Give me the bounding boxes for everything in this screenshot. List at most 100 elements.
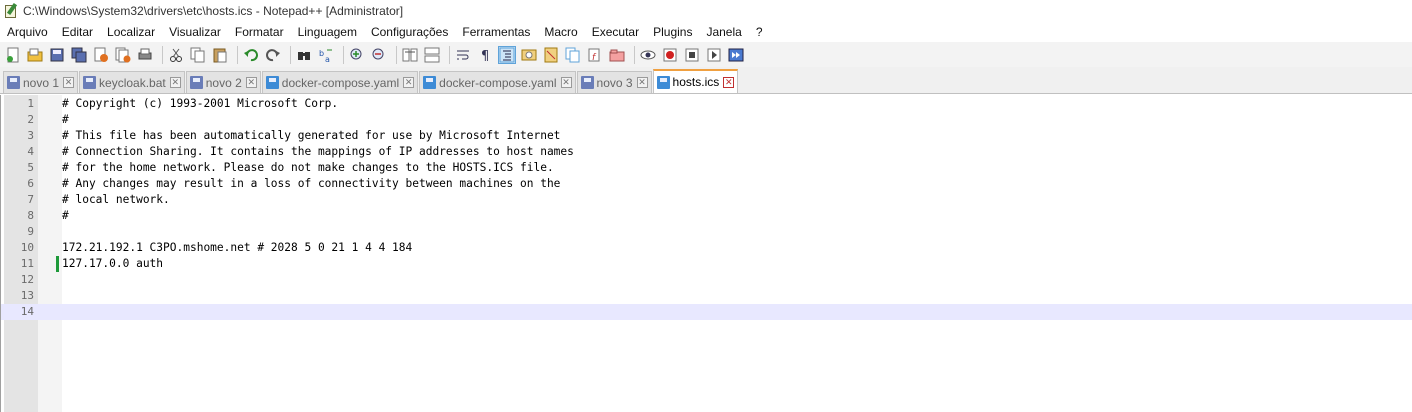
editor-line[interactable]: 3 # This file has been automatically gene… [1, 128, 1412, 144]
editor-line[interactable]: 9 [1, 224, 1412, 240]
menu-item-configura-es[interactable]: Configurações [364, 22, 455, 42]
tab-docker-compose-yaml[interactable]: docker-compose.yaml ✕ [419, 71, 576, 93]
tab-keycloak-bat[interactable]: keycloak.bat ✕ [79, 71, 185, 93]
line-text[interactable]: 127.17.0.0 auth [62, 256, 163, 272]
editor-line[interactable]: 2 # [1, 112, 1412, 128]
line-text[interactable]: # Connection Sharing. It contains the ma… [62, 144, 574, 160]
indent-guide-icon[interactable] [498, 45, 516, 64]
notepadpp-logo-icon [3, 2, 19, 19]
tab-close-icon[interactable]: ✕ [169, 77, 181, 88]
tab-novo-3[interactable]: novo 3 ✕ [576, 71, 652, 93]
menu-item-editar[interactable]: Editar [55, 22, 100, 42]
editor-line[interactable]: 5 # for the home network. Please do not m… [1, 160, 1412, 176]
find-icon[interactable] [295, 46, 313, 64]
open-file-icon[interactable] [26, 46, 44, 64]
editor-line[interactable]: 6 # Any changes may result in a loss of c… [1, 176, 1412, 192]
line-number: 14 [20, 305, 34, 318]
line-text[interactable]: # Copyright (c) 1993-2001 Microsoft Corp… [62, 96, 338, 112]
sync-horizontal-icon[interactable] [423, 46, 441, 64]
toolbar-separator [634, 45, 635, 64]
menu-item-linguagem[interactable]: Linguagem [291, 22, 364, 42]
user-lang-icon[interactable] [520, 46, 538, 64]
save-state-disk-icon [83, 76, 97, 89]
menu-item-executar[interactable]: Executar [585, 22, 646, 42]
editor-line[interactable]: 14 [1, 304, 1412, 320]
editor-line[interactable]: 10 172.21.192.1 C3PO.mshome.net # 2028 5 … [1, 240, 1412, 256]
close-icon[interactable] [92, 46, 110, 64]
menu-item-formatar[interactable]: Formatar [228, 22, 291, 42]
tab-close-icon[interactable]: ✕ [723, 76, 735, 88]
line-text[interactable]: 172.21.192.1 C3PO.mshome.net # 2028 5 0 … [62, 240, 412, 256]
run-macro-multiple-icon[interactable] [705, 46, 723, 64]
copy-icon[interactable] [189, 46, 207, 64]
editor-line[interactable]: 7 # local network. [1, 192, 1412, 208]
cut-icon[interactable] [167, 46, 185, 64]
tab-close-icon[interactable]: ✕ [403, 77, 415, 88]
change-history-marker [56, 256, 59, 272]
save-icon[interactable] [48, 46, 66, 64]
line-text[interactable]: # Any changes may result in a loss of co… [62, 176, 560, 192]
tab-close-icon[interactable]: ✕ [63, 77, 75, 88]
save-all-icon[interactable] [70, 46, 88, 64]
stop-macro-icon[interactable] [661, 46, 679, 64]
monitoring-icon[interactable] [608, 46, 626, 64]
tab-close-icon[interactable]: ✕ [245, 77, 257, 88]
line-number: 9 [27, 225, 34, 238]
editor-line[interactable]: 8 # [1, 208, 1412, 224]
toolbar: b a ¶ f [0, 42, 1412, 67]
menu-item-help[interactable]: ? [749, 22, 770, 42]
folder-workspace-icon[interactable]: f [586, 46, 604, 64]
svg-text:b: b [319, 49, 324, 58]
save-state-disk-icon [265, 76, 279, 89]
line-number: 4 [27, 145, 34, 158]
tab-label: novo 3 [596, 75, 633, 90]
replace-icon[interactable]: ba [317, 46, 335, 64]
line-text[interactable]: # This file has been automatically gener… [62, 128, 560, 144]
line-number: 5 [27, 161, 34, 174]
tab-close-icon[interactable]: ✕ [636, 77, 648, 88]
tab-close-icon[interactable]: ✕ [560, 77, 572, 88]
editor-line[interactable]: 12 [1, 272, 1412, 288]
tab-novo-1[interactable]: novo 1 ✕ [3, 71, 79, 93]
tab-docker-compose-yaml[interactable]: docker-compose.yaml ✕ [261, 71, 419, 93]
editor-line[interactable]: 1 # Copyright (c) 1993-2001 Microsoft Cor… [1, 96, 1412, 112]
redo-icon[interactable] [264, 46, 282, 64]
zoom-out-icon[interactable] [370, 46, 388, 64]
editor[interactable]: 1 # Copyright (c) 1993-2001 Microsoft Cor… [0, 95, 1412, 412]
menu-item-janela[interactable]: Janela [699, 22, 748, 42]
editor-line[interactable]: 4 # Connection Sharing. It contains the m… [1, 144, 1412, 160]
tab-hosts-ics[interactable]: hosts.ics ✕ [652, 69, 739, 93]
word-wrap-icon[interactable] [454, 46, 472, 64]
close-all-icon[interactable] [114, 46, 132, 64]
function-list-icon[interactable] [564, 46, 582, 64]
doc-map-icon[interactable] [542, 46, 560, 64]
svg-text:¶: ¶ [481, 49, 489, 63]
menu-item-macro[interactable]: Macro [537, 22, 584, 42]
undo-icon[interactable] [242, 46, 260, 64]
menu-item-visualizar[interactable]: Visualizar [162, 22, 228, 42]
record-macro-icon[interactable] [639, 46, 657, 64]
print-icon[interactable] [136, 46, 154, 64]
menu-item-localizar[interactable]: Localizar [100, 22, 162, 42]
editor-line[interactable]: 11 127.17.0.0 auth [1, 256, 1412, 272]
editor-line[interactable]: 13 [1, 288, 1412, 304]
menu-item-ferramentas[interactable]: Ferramentas [455, 22, 537, 42]
line-text[interactable]: # local network. [62, 192, 170, 208]
play-macro-icon[interactable] [683, 46, 701, 64]
svg-text:a: a [325, 55, 330, 63]
title-bar: C:\Windows\System32\drivers\etc\hosts.ic… [0, 0, 1412, 22]
zoom-in-icon[interactable] [348, 46, 366, 64]
menu-item-plugins[interactable]: Plugins [646, 22, 699, 42]
new-file-icon[interactable] [4, 46, 22, 64]
menu-item-arquivo[interactable]: Arquivo [0, 22, 55, 42]
line-text[interactable]: # [62, 112, 69, 128]
sync-vertical-icon[interactable] [401, 46, 419, 64]
toolbar-separator [237, 45, 238, 64]
paste-icon[interactable] [211, 46, 229, 64]
line-text[interactable]: # [62, 208, 69, 224]
save-macro-icon[interactable] [727, 46, 745, 64]
line-number: 6 [27, 177, 34, 190]
line-text[interactable]: # for the home network. Please do not ma… [62, 160, 554, 176]
tab-novo-2[interactable]: novo 2 ✕ [185, 71, 261, 93]
show-all-chars-icon[interactable]: ¶ [476, 46, 494, 64]
